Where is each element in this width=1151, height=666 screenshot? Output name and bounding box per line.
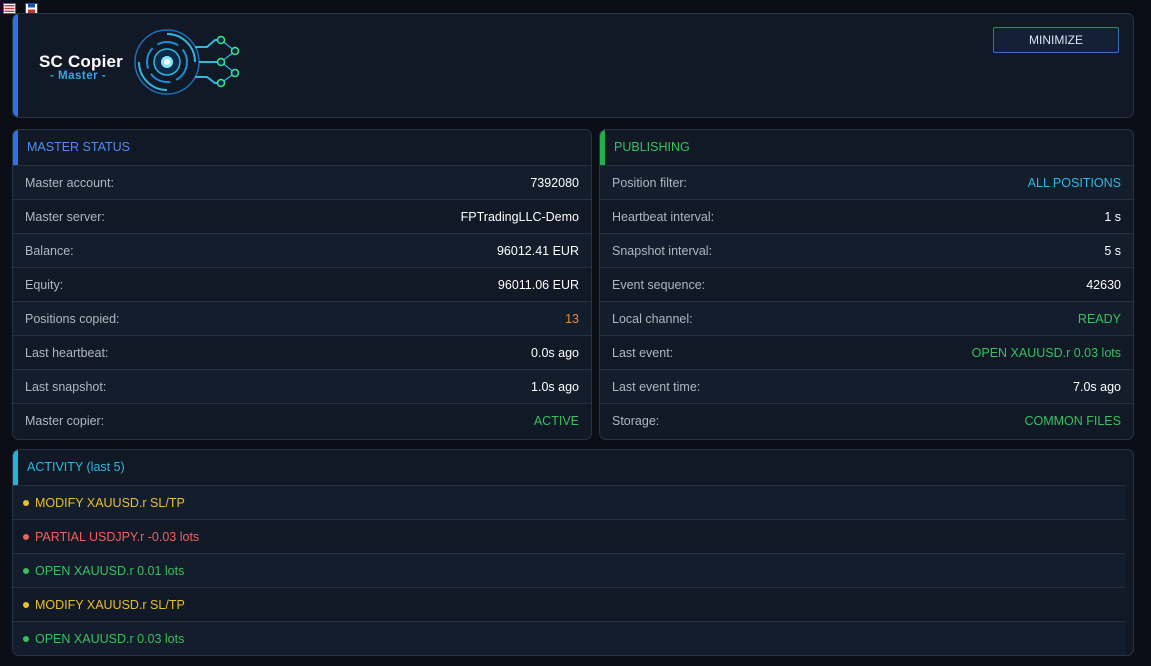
minimize-button[interactable]: MINIMIZE — [993, 27, 1119, 53]
chart-properties-icon[interactable] — [3, 3, 16, 14]
status-label: Positions copied: — [25, 311, 120, 326]
status-label: Last heartbeat: — [25, 345, 109, 360]
publishing-value: 5 s — [1104, 243, 1121, 258]
master-status-rows: Master account: 7392080 Master server: FPTr… — [13, 165, 591, 437]
publishing-value: 1 s — [1104, 209, 1121, 224]
status-dot-icon — [23, 635, 29, 642]
publishing-label: Position filter: — [612, 175, 688, 190]
status-value: 7392080 — [530, 175, 579, 190]
status-row: Positions copied: 13 — [13, 301, 591, 335]
publishing-label: Local channel: — [612, 311, 693, 326]
publishing-row: Position filter: ALL POSITIONS — [600, 165, 1133, 199]
activity-text: OPEN XAUUSD.r 0.03 lots — [35, 631, 185, 646]
logo-subtitle: - Master - — [50, 70, 107, 82]
publishing-value: ALL POSITIONS — [1027, 175, 1121, 190]
publishing-label: Snapshot interval: — [612, 243, 713, 258]
publishing-row: Local channel: READY — [600, 301, 1133, 335]
status-value: FPTradingLLC-Demo — [460, 209, 579, 224]
status-row: Balance: 96012.41 EUR — [13, 233, 591, 267]
publishing-row: Snapshot interval: 5 s — [600, 233, 1133, 267]
status-dot-icon — [23, 533, 29, 540]
status-row: Last snapshot: 1.0s ago — [13, 369, 591, 403]
publishing-label: Last event time: — [612, 379, 701, 394]
status-label: Master server: — [25, 209, 105, 224]
master-status-title: MASTER STATUS — [27, 140, 131, 154]
status-row: Master copier: ACTIVE — [13, 403, 591, 437]
activity-panel: ACTIVITY (last 5) MODIFY XAUUSD.r SL/TP P… — [12, 449, 1134, 656]
header-accent-bar — [13, 14, 18, 117]
activity-title: ACTIVITY (last 5) — [27, 460, 125, 474]
status-value: 1.0s ago — [531, 379, 579, 394]
logo-circuit-icon — [134, 29, 240, 95]
status-value: 96012.41 EUR — [496, 243, 579, 258]
status-accent-bar — [13, 130, 18, 166]
status-value: 96011.06 EUR — [497, 277, 579, 292]
status-row: Last heartbeat: 0.0s ago — [13, 335, 591, 369]
activity-item: OPEN XAUUSD.r 0.01 lots — [13, 553, 1125, 587]
activity-item: MODIFY XAUUSD.r SL/TP — [13, 485, 1125, 519]
publishing-row: Last event: OPEN XAUUSD.r 0.03 lots — [600, 335, 1133, 369]
status-row: Master account: 7392080 — [13, 165, 591, 199]
status-dot-icon — [23, 499, 29, 506]
status-label: Last snapshot: — [25, 379, 107, 394]
status-dot-icon — [23, 601, 29, 608]
publishing-row: Storage: COMMON FILES — [600, 403, 1133, 437]
status-row: Equity: 96011.06 EUR — [13, 267, 591, 301]
publishing-accent-bar — [600, 130, 605, 166]
activity-text: PARTIAL USDJPY.r -0.03 lots — [35, 529, 200, 544]
publishing-label: Storage: — [612, 413, 660, 428]
publishing-label: Last event: — [612, 345, 674, 360]
status-value: ACTIVE — [533, 413, 579, 428]
status-label: Equity: — [25, 277, 64, 292]
activity-text: MODIFY XAUUSD.r SL/TP — [35, 597, 185, 612]
publishing-value: OPEN XAUUSD.r 0.03 lots — [971, 345, 1121, 360]
activity-accent-bar — [13, 450, 18, 486]
activity-text: OPEN XAUUSD.r 0.01 lots — [35, 563, 185, 578]
status-label: Balance: — [25, 243, 74, 258]
publishing-label: Heartbeat interval: — [612, 209, 715, 224]
status-label: Master account: — [25, 175, 114, 190]
status-value: 13 — [565, 311, 579, 326]
publishing-row: Event sequence: 42630 — [600, 267, 1133, 301]
status-value: 0.0s ago — [531, 345, 579, 360]
header-panel: SC Copier - Master - MINIMIZE — [12, 13, 1134, 118]
logo-title: SC Copier — [39, 52, 123, 71]
publishing-row: Last event time: 7.0s ago — [600, 369, 1133, 403]
status-row: Master server: FPTradingLLC-Demo — [13, 199, 591, 233]
status-label: Master copier: — [25, 413, 105, 428]
publishing-value: COMMON FILES — [1024, 413, 1121, 428]
publishing-label: Event sequence: — [612, 277, 706, 292]
publishing-value: 42630 — [1086, 277, 1121, 292]
publishing-value: READY — [1077, 311, 1121, 326]
publishing-rows: Position filter: ALL POSITIONS Heartbeat i… — [600, 165, 1133, 437]
publishing-value: 7.0s ago — [1073, 379, 1121, 394]
master-status-panel: MASTER STATUS Master account: 7392080 Mast… — [12, 129, 592, 440]
activity-list: MODIFY XAUUSD.r SL/TP PARTIAL USDJPY.r -0… — [13, 485, 1133, 655]
publishing-title: PUBLISHING — [614, 140, 690, 154]
activity-item: PARTIAL USDJPY.r -0.03 lots — [13, 519, 1125, 553]
publishing-panel: PUBLISHING Position filter: ALL POSITIONS… — [599, 129, 1134, 440]
status-dot-icon — [23, 567, 29, 574]
activity-item: OPEN XAUUSD.r 0.03 lots — [13, 621, 1125, 655]
activity-text: MODIFY XAUUSD.r SL/TP — [35, 495, 185, 510]
publishing-row: Heartbeat interval: 1 s — [600, 199, 1133, 233]
activity-item: MODIFY XAUUSD.r SL/TP — [13, 587, 1125, 621]
